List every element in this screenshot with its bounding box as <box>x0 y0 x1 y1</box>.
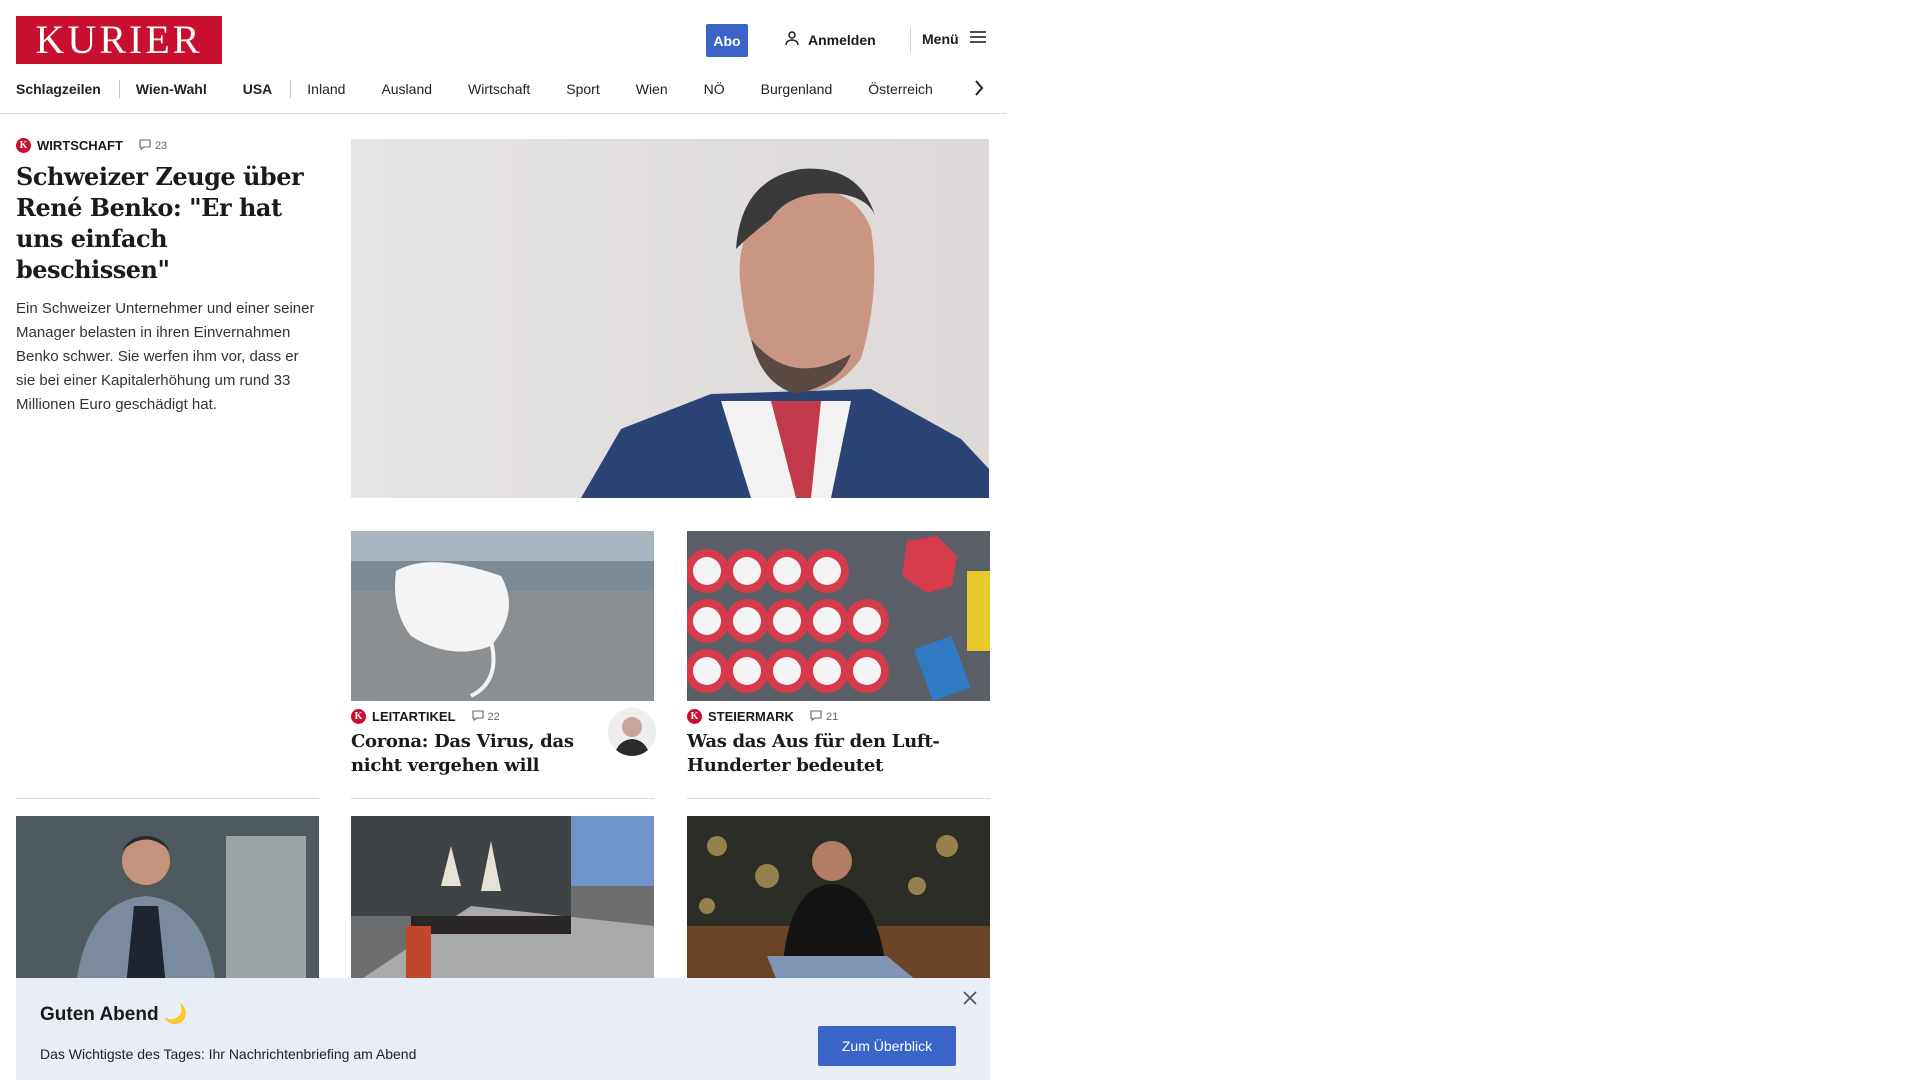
comment-icon <box>810 709 822 724</box>
section-nav: Schlagzeilen Wien-Wahl USA Inland Auslan… <box>16 78 969 100</box>
nav-item-wien-wahl[interactable]: Wien-Wahl <box>136 81 207 97</box>
nav-item-usa[interactable]: USA <box>243 81 273 97</box>
nav-item-ausland[interactable]: Ausland <box>381 81 432 97</box>
lead-comments: 23 <box>154 139 168 152</box>
nav-item-inland[interactable]: Inland <box>307 81 345 97</box>
row-divider <box>351 798 654 799</box>
kurier-logo[interactable]: KURIER <box>16 16 222 64</box>
card-1-comments: 22 <box>487 710 500 723</box>
header-divider <box>910 28 911 52</box>
card-1-image[interactable] <box>351 531 654 701</box>
lead-headline[interactable]: Schweizer Zeuge über René Benko: "Er hat… <box>16 161 320 285</box>
nav-scroll-right-icon[interactable] <box>970 78 988 98</box>
card-2[interactable]: K Steiermark 21 Was das Aus für den Luft… <box>687 709 990 778</box>
comment-icon <box>139 138 151 153</box>
card-1[interactable]: K Leitartikel 22 Corona: Das Virus, das … <box>351 709 601 778</box>
nav-item-noe[interactable]: NÖ <box>704 81 725 97</box>
hamburger-icon <box>969 30 987 47</box>
card-2-image[interactable] <box>687 531 990 701</box>
card-3-image[interactable] <box>16 816 319 986</box>
lead-comment-count[interactable]: 23 <box>139 138 168 153</box>
card-4-image[interactable] <box>351 816 654 986</box>
nav-divider <box>290 80 292 98</box>
author-avatar[interactable] <box>608 708 656 756</box>
card-2-kicker: Steiermark <box>708 709 794 724</box>
card-1-kicker: Leitartikel <box>372 709 456 724</box>
card-2-headline[interactable]: Was das Aus für den Luft-Hunderter bedeu… <box>687 730 990 778</box>
card-2-kicker-row: K Steiermark 21 <box>687 709 990 724</box>
nav-item-burgenland[interactable]: Burgenland <box>761 81 833 97</box>
evening-briefing-banner: Guten Abend 🌙 Das Wichtigste des Tages: … <box>16 978 990 1080</box>
lead-kicker-row: K Wirtschaft 23 <box>16 138 320 153</box>
kurier-k-icon: K <box>351 709 366 724</box>
menu-button[interactable]: Menü <box>922 30 987 47</box>
comment-icon <box>471 709 484 724</box>
site-header: KURIER Abo Anmelden Menü Schlagzeilen Wi… <box>0 0 1006 114</box>
lead-teaser: Ein Schweizer Unternehmer und einer sein… <box>16 300 315 413</box>
nav-item-wirtschaft[interactable]: Wirtschaft <box>468 81 530 97</box>
row-divider <box>687 798 990 799</box>
lead-kicker: Wirtschaft <box>37 138 123 153</box>
login-label: Anmelden <box>808 31 876 48</box>
banner-text: Das Wichtigste des Tages: Ihr Nachrichte… <box>40 1046 417 1062</box>
card-1-headline[interactable]: Corona: Das Virus, das nicht vergehen wi… <box>351 730 601 778</box>
nav-item-schlagzeilen[interactable]: Schlagzeilen <box>16 81 101 97</box>
card-1-comment-count[interactable]: 22 <box>471 709 500 724</box>
logo-text: KURIER <box>35 17 203 62</box>
nav-divider <box>118 80 120 98</box>
nav-item-sport[interactable]: Sport <box>566 81 599 97</box>
row-divider <box>16 798 319 799</box>
card-1-kicker-row: K Leitartikel 22 <box>351 709 601 724</box>
lead-article-image[interactable] <box>351 139 989 498</box>
abo-button[interactable]: Abo <box>706 24 748 57</box>
banner-title: Guten Abend 🌙 <box>40 1004 188 1025</box>
card-2-comment-count[interactable]: 21 <box>810 709 839 724</box>
card-2-comments: 21 <box>825 710 839 723</box>
kurier-k-icon: K <box>687 709 702 724</box>
close-icon[interactable] <box>960 988 980 1008</box>
nav-item-oesterreich[interactable]: Österreich <box>868 81 933 97</box>
card-5-image[interactable] <box>687 816 990 986</box>
menu-label: Menü <box>922 30 959 47</box>
nav-item-wien[interactable]: Wien <box>636 81 668 97</box>
lead-article[interactable]: K Wirtschaft 23 Schweizer Zeuge über Ren… <box>16 138 320 417</box>
login-button[interactable]: Anmelden <box>784 30 876 49</box>
kurier-k-icon: K <box>16 138 31 153</box>
overview-button[interactable]: Zum Überblick <box>818 1026 956 1066</box>
user-icon <box>784 30 800 49</box>
